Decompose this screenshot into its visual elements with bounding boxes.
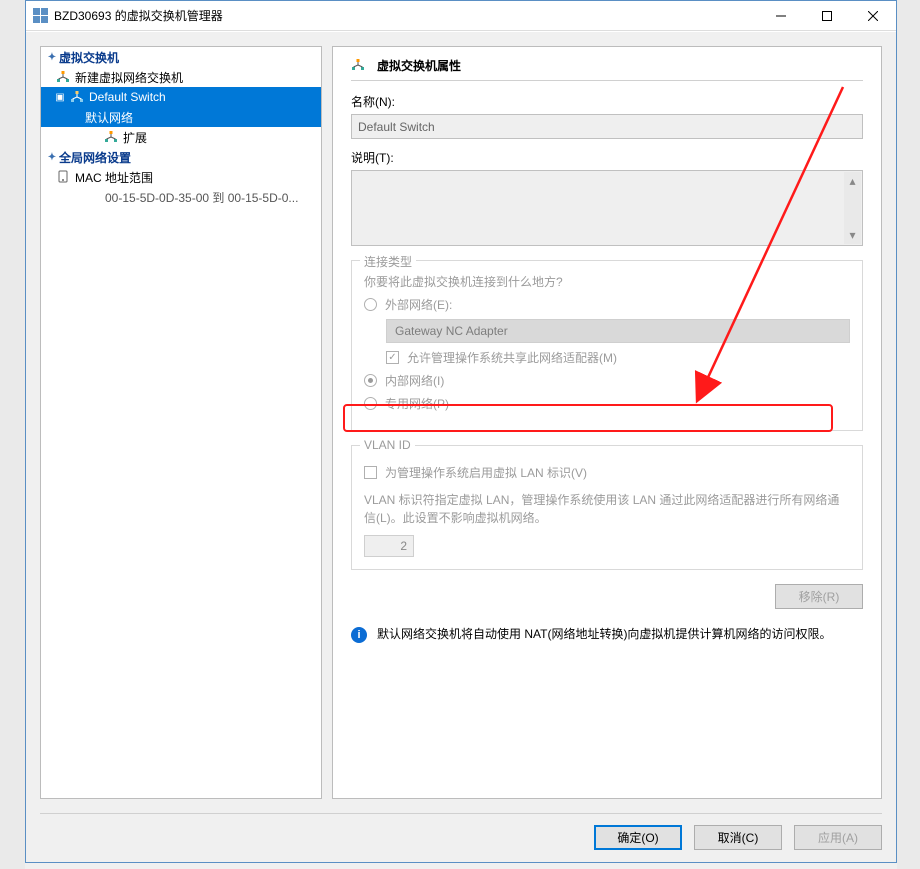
info-row: i 默认网络交换机将自动使用 NAT(网络地址转换)向虚拟机提供计算机网络的访问… <box>351 625 863 643</box>
tree-item-label: MAC 地址范围 <box>75 169 153 186</box>
minimize-button[interactable] <box>758 1 804 31</box>
switch-icon <box>55 69 71 85</box>
description-label: 说明(T): <box>351 149 863 166</box>
switch-icon <box>351 58 367 74</box>
vlan-enable-label: 为管理操作系统启用虚拟 LAN 标识(V) <box>385 464 587 481</box>
expand-icon[interactable]: ▣ <box>53 92 67 103</box>
remove-button: 移除(R) <box>775 584 863 609</box>
tree-item-label: 新建虚拟网络交换机 <box>75 69 183 86</box>
scrollbar: ▴▾ <box>844 172 861 244</box>
connection-type-group: 连接类型 你要将此虚拟交换机连接到什么地方? 外部网络(E): Gateway … <box>351 260 863 431</box>
radio-external-row: 外部网络(E): <box>364 296 850 313</box>
switch-icon <box>69 89 85 105</box>
close-icon <box>868 11 878 21</box>
dialog-window: BZD30693 的虚拟交换机管理器 ✦ 虚拟交换机 新建 <box>25 0 897 863</box>
close-button[interactable] <box>850 1 896 31</box>
tree-item-extension[interactable]: 扩展 <box>41 127 321 147</box>
tree-item-new-switch[interactable]: 新建虚拟网络交换机 <box>41 67 321 87</box>
vlan-enable-checkbox <box>364 466 377 479</box>
allow-mgmt-label: 允许管理操作系统共享此网络适配器(M) <box>407 349 617 366</box>
tree-item-label: 扩展 <box>123 129 147 146</box>
radio-private-row: 专用网络(P) <box>364 395 850 412</box>
group-legend: 连接类型 <box>360 253 416 270</box>
maximize-button[interactable] <box>804 1 850 31</box>
radio-external <box>364 298 377 311</box>
dialog-buttons: 确定(O) 取消(C) 应用(A) <box>594 825 882 850</box>
allow-mgmt-row: ✓ 允许管理操作系统共享此网络适配器(M) <box>386 349 850 366</box>
tree-item-mac-detail: 00-15-5D-0D-35-00 到 00-15-5D-0... <box>41 187 321 207</box>
info-text: 默认网络交换机将自动使用 NAT(网络地址转换)向虚拟机提供计算机网络的访问权限… <box>377 625 831 643</box>
scroll-down-icon: ▾ <box>849 228 855 242</box>
collapse-icon[interactable]: ✦ <box>45 152 59 163</box>
properties-header: 虚拟交换机属性 <box>351 57 863 81</box>
window-title: BZD30693 的虚拟交换机管理器 <box>54 7 758 24</box>
tree-sub-label: 00-15-5D-0D-35-00 到 00-15-5D-0... <box>105 189 298 206</box>
vlan-description: VLAN 标识符指定虚拟 LAN，管理操作系统使用该 LAN 通过此网络适配器进… <box>364 491 850 527</box>
name-input <box>351 114 863 139</box>
radio-external-label: 外部网络(E): <box>385 296 452 313</box>
tree-section-label: 虚拟交换机 <box>59 49 119 66</box>
tree-section-vswitch[interactable]: ✦ 虚拟交换机 <box>41 47 321 67</box>
mac-icon <box>55 169 71 185</box>
info-icon: i <box>351 627 367 643</box>
group-legend: VLAN ID <box>360 438 415 452</box>
backdrop-right <box>897 0 920 869</box>
tree-pane[interactable]: ✦ 虚拟交换机 新建虚拟网络交换机 ▣ Default Switch <box>40 46 322 799</box>
external-adapter-select: Gateway NC Adapter <box>386 319 850 343</box>
scroll-up-icon: ▴ <box>849 174 855 188</box>
app-icon <box>32 8 48 24</box>
extension-icon <box>103 129 119 145</box>
allow-mgmt-checkbox: ✓ <box>386 351 399 364</box>
backdrop-left <box>0 0 25 869</box>
properties-pane: 虚拟交换机属性 名称(N): 说明(T): ▴▾ 连接类型 你要将此虚拟交换机连… <box>332 46 882 799</box>
radio-internal-row: 内部网络(I) <box>364 372 850 389</box>
radio-internal <box>364 374 377 387</box>
vlan-enable-row: 为管理操作系统启用虚拟 LAN 标识(V) <box>364 464 850 481</box>
tree-item-label: 默认网络 <box>85 109 133 126</box>
tree-item-label: Default Switch <box>89 90 166 104</box>
radio-internal-label: 内部网络(I) <box>385 372 444 389</box>
titlebar[interactable]: BZD30693 的虚拟交换机管理器 <box>26 1 896 31</box>
radio-private-label: 专用网络(P) <box>385 395 449 412</box>
collapse-icon[interactable]: ✦ <box>45 52 59 63</box>
dialog-body: ✦ 虚拟交换机 新建虚拟网络交换机 ▣ Default Switch <box>26 32 896 862</box>
ok-button[interactable]: 确定(O) <box>594 825 682 850</box>
bottom-divider <box>40 813 882 814</box>
adapter-value: Gateway NC Adapter <box>395 324 508 338</box>
remove-row: 移除(R) <box>351 584 863 609</box>
radio-private <box>364 397 377 410</box>
apply-button: 应用(A) <box>794 825 882 850</box>
minimize-icon <box>776 11 786 21</box>
tree-item-default-switch[interactable]: ▣ Default Switch <box>41 87 321 107</box>
name-label: 名称(N): <box>351 93 863 110</box>
description-textarea: ▴▾ <box>351 170 863 246</box>
connection-question: 你要将此虚拟交换机连接到什么地方? <box>364 273 850 290</box>
tree-section-global[interactable]: ✦ 全局网络设置 <box>41 147 321 167</box>
vlan-group: VLAN ID 为管理操作系统启用虚拟 LAN 标识(V) VLAN 标识符指定… <box>351 445 863 570</box>
tree-item-default-network[interactable]: 默认网络 <box>41 107 321 127</box>
tree-item-mac-range[interactable]: MAC 地址范围 <box>41 167 321 187</box>
vlan-id-input <box>364 535 414 557</box>
cancel-button[interactable]: 取消(C) <box>694 825 782 850</box>
tree-section-label: 全局网络设置 <box>59 149 131 166</box>
properties-title: 虚拟交换机属性 <box>377 57 461 74</box>
maximize-icon <box>822 11 832 21</box>
